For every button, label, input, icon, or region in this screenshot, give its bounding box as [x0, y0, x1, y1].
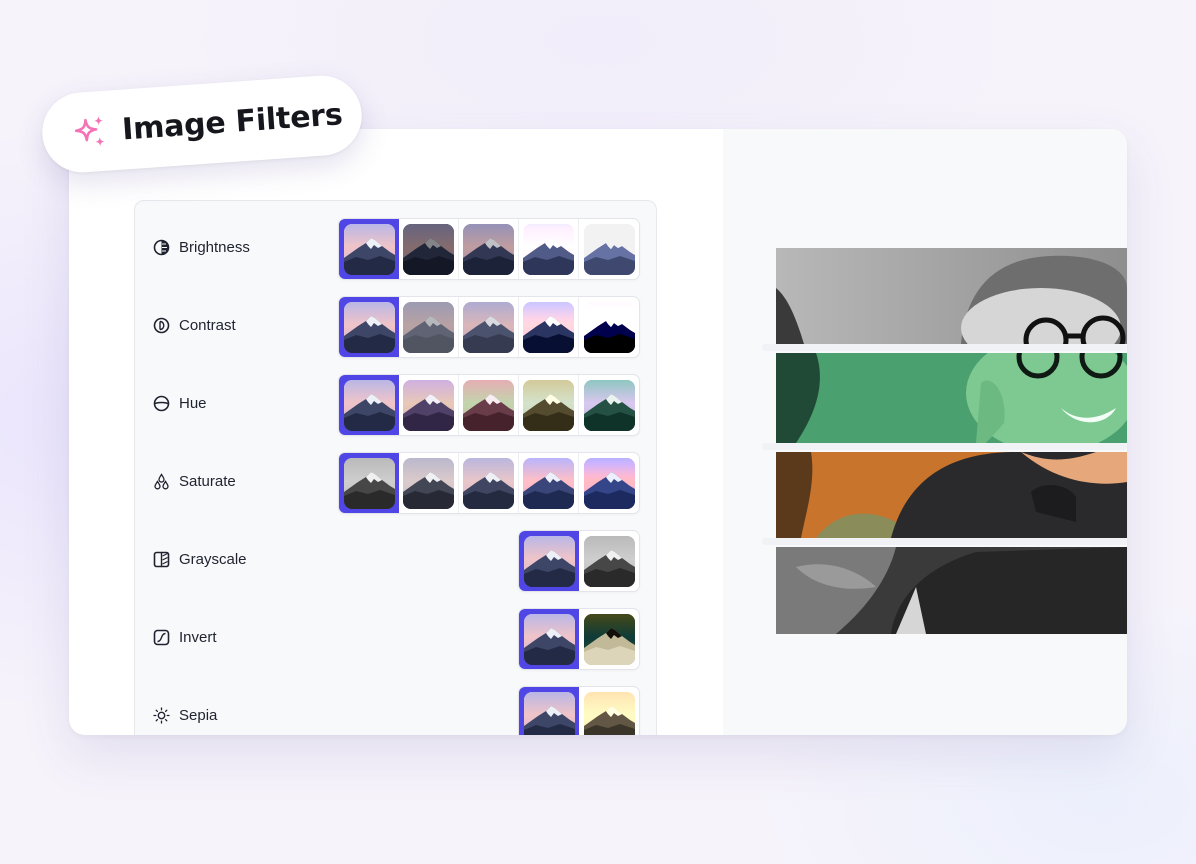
filter-option[interactable] [399, 219, 459, 279]
sepia-icon [153, 707, 170, 724]
filter-label: Invert [153, 629, 217, 646]
filter-option[interactable] [579, 531, 639, 591]
filter-option[interactable] [519, 453, 579, 513]
filter-row-hue: Hue [135, 374, 658, 436]
filter-options [338, 374, 640, 436]
filter-option[interactable] [519, 687, 579, 735]
filter-option[interactable] [459, 219, 519, 279]
preview-strip-dark [776, 547, 1127, 634]
preview-strip-grayscale [776, 248, 1127, 344]
filter-option[interactable] [579, 297, 639, 357]
filter-label: Saturate [153, 473, 236, 490]
filter-options [518, 686, 640, 735]
filter-option[interactable] [339, 453, 399, 513]
filter-label: Grayscale [153, 551, 247, 568]
hue-icon [153, 395, 170, 412]
filter-options [338, 218, 640, 280]
filter-option[interactable] [519, 375, 579, 435]
filter-row-contrast: Contrast [135, 296, 658, 358]
contrast-icon [153, 317, 170, 334]
filter-name: Hue [179, 395, 207, 412]
saturate-icon [153, 473, 170, 490]
filter-name: Grayscale [179, 551, 247, 568]
filter-option[interactable] [399, 375, 459, 435]
filter-label: Brightness [153, 239, 250, 256]
filter-options [338, 452, 640, 514]
preview-strip-original [776, 452, 1127, 538]
filter-option[interactable] [519, 297, 579, 357]
filter-option[interactable] [579, 687, 639, 735]
filter-row-grayscale: Grayscale [135, 530, 658, 592]
filter-option[interactable] [579, 609, 639, 669]
filter-row-brightness: Brightness [135, 218, 658, 280]
filter-option[interactable] [579, 453, 639, 513]
filter-label: Hue [153, 395, 207, 412]
filter-options [338, 296, 640, 358]
filter-option[interactable] [519, 531, 579, 591]
filter-row-sepia: Sepia [135, 686, 658, 735]
filter-options [518, 608, 640, 670]
filter-name: Contrast [179, 317, 236, 334]
brightness-icon [153, 239, 170, 256]
editor-card: Brightness Contrast Hue Saturate Graysca… [69, 129, 1127, 735]
filter-option[interactable] [579, 219, 639, 279]
strip-divider [762, 344, 1127, 351]
filter-name: Invert [179, 629, 217, 646]
strip-divider [762, 538, 1127, 545]
filter-option[interactable] [399, 297, 459, 357]
filter-option[interactable] [459, 297, 519, 357]
filter-row-saturate: Saturate [135, 452, 658, 514]
sparkles-icon [71, 113, 109, 151]
filter-option[interactable] [579, 375, 639, 435]
filter-row-invert: Invert [135, 608, 658, 670]
grayscale-icon [153, 551, 170, 568]
filter-option[interactable] [339, 297, 399, 357]
filter-name: Brightness [179, 239, 250, 256]
preview-image [762, 248, 1127, 634]
filter-name: Saturate [179, 473, 236, 490]
invert-icon [153, 629, 170, 646]
filter-label: Sepia [153, 707, 217, 724]
filter-option[interactable] [399, 453, 459, 513]
filter-option[interactable] [519, 219, 579, 279]
filter-option[interactable] [519, 609, 579, 669]
filter-name: Sepia [179, 707, 218, 724]
preview-strip-green [776, 353, 1127, 443]
filter-option[interactable] [339, 219, 399, 279]
filter-options [518, 530, 640, 592]
filters-panel: Brightness Contrast Hue Saturate Graysca… [134, 200, 657, 735]
filter-option[interactable] [459, 453, 519, 513]
strip-divider [762, 443, 1127, 450]
filter-option[interactable] [339, 375, 399, 435]
filter-option[interactable] [459, 375, 519, 435]
filter-label: Contrast [153, 317, 236, 334]
badge-title: Image Filters [120, 96, 344, 148]
